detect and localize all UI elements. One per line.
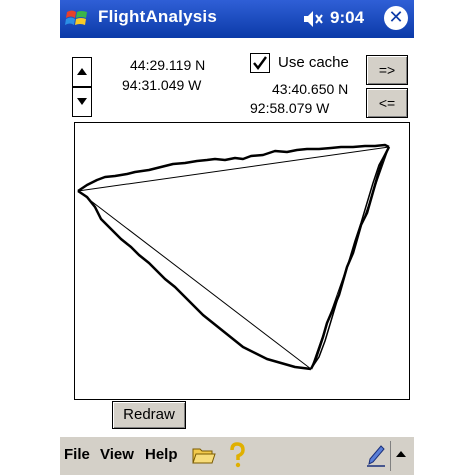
- back-button[interactable]: <=: [366, 88, 408, 118]
- end-latitude: 43:40.650 N: [272, 81, 349, 97]
- spin-up-button[interactable]: [72, 57, 92, 87]
- sip-arrow-icon: [396, 451, 406, 457]
- spin-up-icon: [77, 68, 87, 75]
- start-latitude: 44:29.119 N: [130, 57, 206, 73]
- close-icon[interactable]: ✕: [384, 6, 408, 30]
- redraw-button[interactable]: Redraw: [112, 401, 186, 429]
- checkmark-icon: [253, 56, 267, 70]
- flight-track-plot[interactable]: [74, 122, 410, 400]
- menu-help[interactable]: Help: [145, 446, 178, 463]
- track-chord: [77, 146, 390, 192]
- track-chord: [77, 190, 312, 370]
- end-longitude: 92:58.079 W: [250, 100, 330, 116]
- title-bar: FlightAnalysis 9:04 ✕: [60, 0, 414, 38]
- app-title: FlightAnalysis: [98, 7, 217, 26]
- help-icon[interactable]: [228, 442, 246, 468]
- menu-file[interactable]: File: [64, 446, 90, 463]
- sip-arrow-button[interactable]: [390, 441, 411, 471]
- folder-icon[interactable]: [192, 445, 216, 465]
- start-longitude: 94:31.049 W: [122, 77, 202, 93]
- use-cache-checkbox[interactable]: [250, 53, 270, 73]
- windows-start-icon[interactable]: [64, 6, 90, 32]
- menu-view[interactable]: View: [100, 446, 134, 463]
- menu-bar: File View Help: [60, 436, 414, 475]
- spin-down-icon: [77, 98, 87, 105]
- spin-down-button[interactable]: [72, 87, 92, 117]
- use-cache-label[interactable]: Use cache: [278, 54, 349, 71]
- track-canvas: [77, 143, 391, 371]
- device-screen: FlightAnalysis 9:04 ✕ 44:29.119 N 94:31.…: [60, 0, 414, 475]
- speaker-icon[interactable]: [302, 9, 324, 29]
- clock[interactable]: 9:04: [330, 8, 364, 28]
- pen-icon[interactable]: [366, 443, 386, 467]
- forward-button[interactable]: =>: [366, 55, 408, 85]
